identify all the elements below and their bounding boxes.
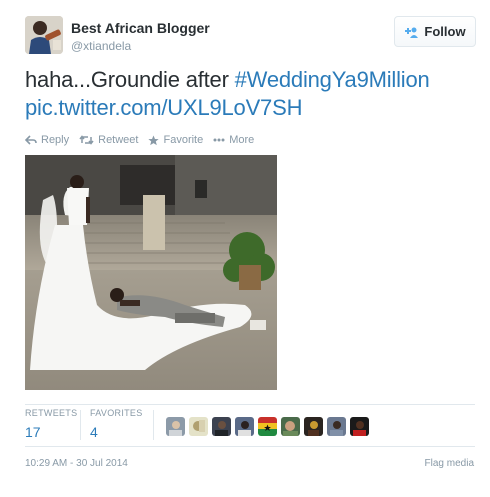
author-name[interactable]: Best African Blogger: [71, 20, 210, 36]
favoriter-avatar[interactable]: [166, 417, 185, 436]
follow-person-icon: [404, 26, 419, 38]
favorites-count: 4: [90, 424, 98, 440]
more-dots-icon: [213, 138, 225, 142]
retweets-stat[interactable]: RETWEETS 17: [25, 408, 77, 440]
reply-action[interactable]: Reply: [25, 134, 69, 146]
star-icon: [148, 134, 160, 145]
favoriters-list: [166, 417, 369, 436]
more-label: More: [229, 134, 255, 146]
retweet-label: Retweet: [98, 134, 139, 146]
tweet-header: Best African Blogger @xtiandela Follow: [25, 16, 476, 56]
favorite-label: Favorite: [163, 134, 204, 146]
divider-bottom: [25, 446, 475, 447]
reply-label: Reply: [41, 134, 70, 146]
favoriter-avatar[interactable]: [304, 417, 323, 436]
retweet-action[interactable]: Retweet: [79, 134, 138, 146]
tweet-photo[interactable]: [25, 155, 277, 390]
favorites-stat[interactable]: FAVORITES 4: [90, 408, 143, 440]
favoriter-avatar[interactable]: [281, 417, 300, 436]
favoriter-avatar[interactable]: [189, 417, 208, 436]
favoriter-avatar[interactable]: [212, 417, 231, 436]
avatar-photo: [25, 16, 63, 54]
follow-button-label: Follow: [424, 24, 466, 39]
divider-top: [25, 404, 475, 405]
pic-link[interactable]: pic.twitter.com/UXL9LoV7SH: [25, 95, 302, 120]
follow-button[interactable]: Follow: [394, 16, 476, 47]
tweet-actions: Reply Retweet Favorite More: [25, 132, 264, 148]
retweets-label: RETWEETS: [25, 408, 78, 418]
favoriter-avatar[interactable]: [235, 417, 254, 436]
more-action[interactable]: More: [213, 134, 254, 146]
tweet-text-body: haha...Groundie after: [25, 67, 235, 92]
author-handle[interactable]: @xtiandela: [71, 39, 131, 53]
wedding-photo: [25, 155, 277, 390]
hashtag-link[interactable]: #WeddingYa9Million: [235, 67, 430, 92]
retweet-icon: [79, 135, 94, 145]
favorites-label: FAVORITES: [90, 408, 143, 418]
retweets-count: 17: [25, 424, 41, 440]
favoriter-avatar[interactable]: [350, 417, 369, 436]
author-avatar[interactable]: [25, 16, 63, 54]
favorite-action[interactable]: Favorite: [148, 134, 203, 146]
tweet-text: haha...Groundie after #WeddingYa9Million…: [25, 66, 475, 122]
stats-separator: [153, 410, 154, 440]
favoriter-avatar[interactable]: [258, 417, 277, 436]
stats-separator: [80, 410, 81, 440]
favoriter-avatar[interactable]: [327, 417, 346, 436]
flag-media-link[interactable]: Flag media: [425, 458, 474, 469]
tweet-stats: RETWEETS 17 FAVORITES 4: [25, 408, 475, 444]
reply-icon: [25, 135, 37, 145]
tweet-timestamp[interactable]: 10:29 AM - 30 Jul 2014: [25, 458, 128, 469]
